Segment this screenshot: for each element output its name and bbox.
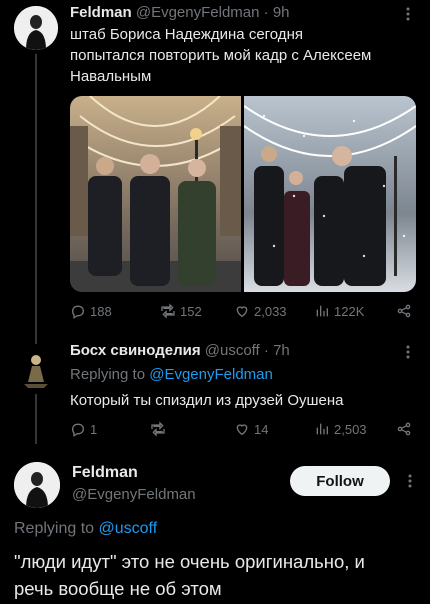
author-handle-main[interactable]: @EvgenyFeldman: [72, 486, 196, 503]
reply-icon: [71, 305, 85, 319]
replying-to-label: Replying to: [70, 366, 146, 383]
tweet-text-line3: Навальным: [70, 68, 152, 85]
reply-count: 188: [90, 303, 112, 319]
tweet-text-line2: попытался повторить мой кадр с Алексеем: [70, 47, 372, 64]
tweet-text-line1: штаб Бориса Надеждина сегодня: [70, 26, 303, 43]
avatar-uscoff[interactable]: [14, 346, 58, 390]
views-button[interactable]: 2,503: [314, 421, 367, 437]
tweet-actions-2: 1 14 2,503: [70, 421, 416, 441]
heart-icon: [236, 306, 248, 318]
tweet-text: Который ты спиздил из друзей Оушена: [70, 392, 344, 409]
like-count: 14: [254, 421, 269, 437]
follow-button[interactable]: Follow: [290, 466, 390, 496]
author-handle-2[interactable]: @uscoff: [205, 342, 260, 359]
heart-icon: [236, 424, 248, 436]
like-button[interactable]: 14: [234, 421, 268, 437]
author-name[interactable]: Feldman: [70, 4, 132, 21]
tweet-actions: 188 152 2,033 122K: [70, 303, 416, 323]
replying-to-label-main: Replying to: [14, 520, 95, 537]
views-button[interactable]: 122K: [314, 303, 364, 319]
more-icon[interactable]: [400, 344, 416, 364]
author-name-2[interactable]: Босх свиноделия: [70, 342, 201, 359]
avatar-main[interactable]: [14, 462, 60, 508]
reply-button[interactable]: 1: [70, 421, 97, 437]
main-tweet-text-line2: речь вообще не об этом: [14, 578, 222, 599]
tweet-image-left[interactable]: [70, 96, 241, 292]
retweet-icon: [161, 303, 175, 319]
retweet-button[interactable]: 152: [160, 303, 202, 319]
retweet-count: 152: [180, 303, 202, 319]
retweet-icon: [151, 421, 165, 437]
reply-icon: [71, 423, 85, 437]
views-icon: [316, 423, 328, 435]
tweet-image-right[interactable]: [244, 96, 416, 292]
separator: ·: [263, 4, 269, 21]
reply-count: 1: [90, 421, 98, 437]
replying-to-handle[interactable]: @EvgenyFeldman: [149, 366, 273, 383]
avatar-feldman[interactable]: [14, 6, 58, 50]
main-tweet-text-line1: "люди идут" это не очень оригинально, и: [14, 551, 365, 572]
views-count: 122K: [334, 303, 365, 319]
share-icon: [397, 422, 411, 436]
views-count: 2,503: [334, 421, 367, 437]
share-button[interactable]: [396, 421, 412, 437]
author-name-main[interactable]: Feldman: [72, 464, 138, 482]
like-button[interactable]: 2,033: [234, 303, 287, 319]
share-button[interactable]: [396, 303, 412, 319]
author-handle[interactable]: @EvgenyFeldman: [136, 4, 260, 21]
replying-to-handle-main[interactable]: @uscoff: [99, 520, 158, 537]
more-icon[interactable]: [400, 6, 416, 26]
timestamp[interactable]: 9h: [273, 4, 290, 21]
timestamp-2[interactable]: 7h: [273, 342, 290, 359]
like-count: 2,033: [254, 303, 287, 319]
thread-line: [35, 54, 37, 344]
reply-button[interactable]: 188: [70, 303, 112, 319]
thread-line-2: [35, 394, 37, 444]
separator-2: ·: [263, 342, 269, 359]
retweet-button[interactable]: [150, 421, 166, 437]
more-icon[interactable]: [402, 473, 418, 493]
views-icon: [316, 305, 328, 317]
share-icon: [397, 304, 411, 318]
